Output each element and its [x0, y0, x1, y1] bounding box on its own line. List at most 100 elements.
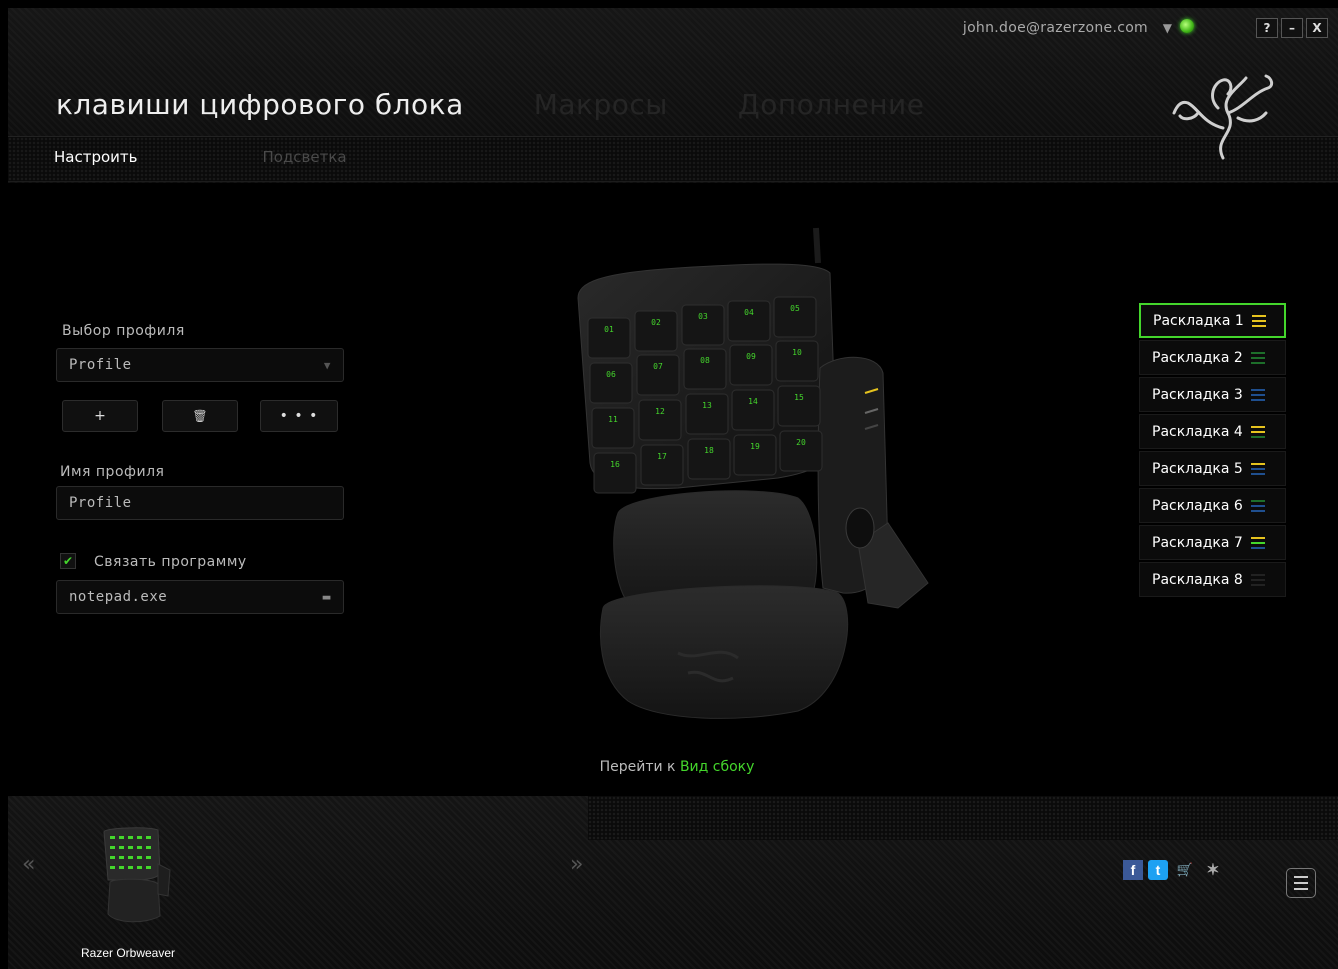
layout-color-icon	[1250, 536, 1265, 549]
layout-list: Раскладка 1 Раскладка 2 Раскладка 3 Расклад…	[1139, 303, 1286, 599]
layout-color-icon	[1250, 351, 1265, 364]
key-02[interactable]: 02	[634, 310, 678, 352]
tab-addons[interactable]: Дополнение	[738, 88, 925, 121]
key-label: 12	[655, 407, 665, 416]
key-09[interactable]: 09	[729, 344, 773, 386]
account-dropdown-icon[interactable]: ▼	[1163, 21, 1172, 35]
key-label: 07	[653, 362, 663, 371]
help-button[interactable]: ?	[1256, 18, 1278, 38]
delete-profile-button[interactable]: 🗑	[162, 400, 238, 432]
layout-item-1[interactable]: Раскладка 1	[1139, 303, 1286, 338]
key-label: 20	[796, 438, 806, 447]
key-13[interactable]: 13	[685, 393, 729, 435]
profile-name-input[interactable]: Profile	[56, 486, 344, 520]
key-14[interactable]: 14	[731, 389, 775, 431]
key-08[interactable]: 08	[683, 348, 727, 390]
side-view-link[interactable]: Вид сбоку	[680, 759, 754, 775]
key-03[interactable]: 03	[681, 304, 725, 346]
thumb-led	[110, 836, 115, 839]
thumb-led	[119, 846, 124, 849]
key-label: 09	[746, 352, 756, 361]
key-17[interactable]: 17	[640, 444, 684, 486]
chevron-down-icon: ▼	[323, 358, 331, 372]
layout-item-4[interactable]: Раскладка 4	[1139, 414, 1286, 449]
key-04[interactable]: 04	[727, 300, 771, 342]
link-program-checkbox[interactable]: ✔	[60, 553, 76, 569]
thumb-led	[110, 866, 115, 869]
profile-select-label: Выбор профиля	[62, 323, 185, 339]
account-email[interactable]: john.doe@razerzone.com	[963, 20, 1148, 36]
facebook-icon[interactable]: f	[1123, 860, 1143, 880]
layout-color-icon	[1250, 388, 1265, 401]
key-07[interactable]: 07	[636, 354, 680, 396]
link-program-label: Связать программу	[94, 554, 247, 570]
next-device-button[interactable]: »	[570, 852, 583, 877]
add-profile-button[interactable]: +	[62, 400, 138, 432]
key-01[interactable]: 01	[587, 317, 631, 359]
layout-item-5[interactable]: Раскладка 5	[1139, 451, 1286, 486]
thumb-led	[128, 846, 133, 849]
thumb-led	[119, 866, 124, 869]
thumb-led	[119, 836, 124, 839]
key-06[interactable]: 06	[589, 362, 633, 404]
goto-line: Перейти к Вид сбоку	[8, 759, 1338, 775]
key-label: 10	[792, 348, 802, 357]
keypad-keys: 01 02 03 04 05 06 07 08 09 10 11 12 13 14 15 16 17 18 19 20	[587, 296, 823, 494]
minimize-button[interactable]: –	[1281, 18, 1303, 38]
key-15[interactable]: 15	[777, 385, 821, 427]
folder-icon[interactable]: ▬	[323, 590, 331, 605]
tab-lighting[interactable]: Подсветка	[262, 148, 346, 166]
thumb-led	[119, 856, 124, 859]
thumb-led	[146, 846, 151, 849]
device-thumbnail[interactable]	[96, 824, 176, 924]
layout-label: Раскладка 6	[1152, 497, 1243, 514]
key-label: 17	[657, 452, 667, 461]
layout-item-3[interactable]: Раскладка 3	[1139, 377, 1286, 412]
tab-keypad-keys[interactable]: клавиши цифрового блока	[56, 88, 464, 121]
key-label: 06	[606, 370, 616, 379]
thumb-led	[146, 856, 151, 859]
trash-icon: 🗑	[192, 409, 208, 423]
layout-color-icon	[1251, 314, 1266, 327]
key-11[interactable]: 11	[591, 407, 635, 449]
layout-color-icon	[1250, 425, 1265, 438]
key-10[interactable]: 10	[775, 340, 819, 382]
key-05[interactable]: 05	[773, 296, 817, 338]
key-label: 02	[651, 318, 661, 327]
close-button[interactable]: X	[1306, 18, 1328, 38]
more-options-button[interactable]: • • •	[260, 400, 338, 432]
layout-item-6[interactable]: Раскладка 6	[1139, 488, 1286, 523]
twitter-icon[interactable]: t	[1148, 860, 1168, 880]
key-20[interactable]: 20	[779, 430, 823, 472]
cart-icon[interactable]: 🛒	[1175, 860, 1195, 880]
menu-button[interactable]	[1286, 868, 1316, 898]
key-label: 13	[702, 401, 712, 410]
layout-label: Раскладка 3	[1152, 386, 1243, 403]
tab-customize[interactable]: Настроить	[54, 148, 137, 166]
thumb-led	[128, 866, 133, 869]
layout-label: Раскладка 4	[1152, 423, 1243, 440]
thumb-led	[137, 836, 142, 839]
tab-macros[interactable]: Макросы	[534, 88, 668, 121]
footer-stripe	[588, 796, 1338, 840]
key-19[interactable]: 19	[733, 434, 777, 476]
footer: « » Razer Orbweaver f t 🛒 ✶	[8, 796, 1338, 969]
key-label: 04	[744, 308, 754, 317]
key-12[interactable]: 12	[638, 399, 682, 441]
layout-item-7[interactable]: Раскладка 7	[1139, 525, 1286, 560]
key-18[interactable]: 18	[687, 438, 731, 480]
layout-item-2[interactable]: Раскладка 2	[1139, 340, 1286, 375]
razer-logo-icon	[1172, 74, 1274, 160]
razer-icon[interactable]: ✶	[1203, 860, 1223, 880]
program-path-value: notepad.exe	[69, 589, 168, 605]
thumb-led	[137, 856, 142, 859]
profile-select[interactable]: Profile ▼	[56, 348, 344, 382]
program-path-field[interactable]: notepad.exe ▬	[56, 580, 344, 614]
key-16[interactable]: 16	[593, 452, 637, 494]
layout-item-8[interactable]: Раскладка 8	[1139, 562, 1286, 597]
prev-device-button[interactable]: «	[22, 852, 35, 877]
sub-tabs: Настроить Подсветка	[54, 148, 347, 166]
layout-label: Раскладка 2	[1152, 349, 1243, 366]
key-label: 18	[704, 446, 714, 455]
thumb-led	[110, 856, 115, 859]
